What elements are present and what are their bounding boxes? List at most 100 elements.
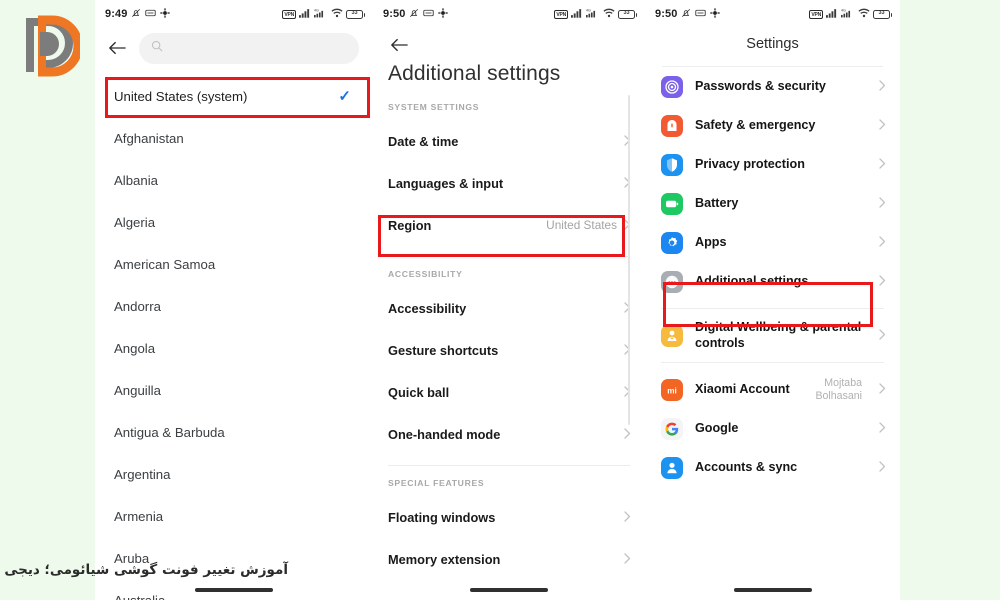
notification-icon [145,9,157,20]
signal-4g-icon: 4G [586,7,600,21]
settings-row[interactable]: Accounts & sync [645,448,900,487]
country-row[interactable]: Anguilla [95,369,373,411]
notification-icon [695,9,707,20]
settings-row[interactable]: Passwords & security [645,67,900,106]
settings-row-value: United States [546,218,617,232]
battery-level: 33 [878,10,885,17]
country-row[interactable]: Angola [95,327,373,369]
chevron-right-icon [879,158,886,171]
chevron-right-icon [879,329,886,342]
chevron-right-icon [879,422,886,435]
battery-icon: 33 [873,9,892,19]
settings-row[interactable]: Region United States [373,204,645,246]
settings-row[interactable]: Memory extension [373,538,645,580]
screenshot-root: آموزش تغییر فونت گوشی شیائومی؛ دیجی پویا… [0,0,1000,600]
chevron-right-icon [879,461,886,474]
settings-row[interactable]: Accessibility [373,287,645,329]
country-row[interactable]: Albania [95,159,373,201]
section-heading: ACCESSIBILITY [388,269,463,279]
signal-icon [826,8,838,21]
phone-panel-settings: 9:50 VPN 4G 33 Settings Passwords & secu… [645,0,900,600]
country-label: Australia [114,592,166,600]
settings-row[interactable]: Safety & emergency [645,106,900,145]
settings-row[interactable]: Floating windows [373,496,645,538]
country-label: Antigua & Barbuda [114,424,225,440]
settings-groups: Passwords & security Safety & emergency Pr… [645,67,900,487]
country-row[interactable]: Antigua & Barbuda [95,411,373,453]
vpn-badge: VPN [809,9,823,19]
country-label: Armenia [114,508,164,524]
settings-row-label: Digital Wellbeing & parental controls [695,320,862,350]
wifi-icon [603,8,615,21]
country-label: United States (system) [114,88,248,104]
country-label: Andorra [114,298,161,314]
gear-icon [438,8,449,21]
chevron-right-icon [879,197,886,210]
country-label: Afghanistan [114,130,184,146]
settings-row[interactable]: One-handed mode [373,413,645,455]
apps-gear-icon [661,231,683,254]
chevron-right-icon [624,510,631,524]
persian-caption: آموزش تغییر فونت گوشی شیائومی؛ دیجی پویا [0,562,288,578]
section-divider [388,465,630,466]
settings-row[interactable]: Additional settings [645,262,900,301]
vpn-badge: VPN [282,9,296,19]
settings-row[interactable]: Privacy protection [645,145,900,184]
search-bar-row [95,28,373,68]
group-divider [661,362,884,363]
settings-row[interactable]: Battery [645,184,900,223]
settings-row-label: Battery [695,195,739,210]
settings-row-label: Quick ball [388,384,450,400]
search-field[interactable] [139,32,359,64]
settings-row[interactable]: Google [645,409,900,448]
country-row[interactable]: Andorra [95,285,373,327]
svg-text:4G: 4G [841,9,846,13]
country-list[interactable]: United States (system) ✓ Afghanistan Albani… [95,68,373,600]
settings-row-label: Google [695,420,739,435]
country-label: Anguilla [114,382,161,398]
settings-row[interactable]: Quick ball [373,371,645,413]
chevron-right-icon [879,236,886,249]
privacy-shield-icon [661,153,683,176]
fingerprint-icon [661,75,683,98]
scrollbar-track[interactable] [628,95,630,425]
emergency-icon [661,114,683,137]
svg-text:4G: 4G [586,9,591,13]
settings-row[interactable]: Date & time [373,120,645,162]
back-arrow-icon[interactable] [107,38,127,58]
settings-row[interactable]: Gesture shortcuts [373,329,645,371]
settings-row[interactable]: Apps [645,223,900,262]
back-arrow-icon[interactable] [389,35,409,55]
signal-4g-icon: 4G [841,7,855,21]
country-row[interactable]: Argentina [95,453,373,495]
settings-row[interactable]: Digital Wellbeing & parental controls [645,316,900,355]
settings-row[interactable]: mi Xiaomi Account Mojtaba Bolhasani [645,370,900,409]
chevron-right-icon [879,383,886,396]
settings-row-label: Gesture shortcuts [388,342,499,358]
country-row[interactable]: American Samoa [95,243,373,285]
settings-row-label: Floating windows [388,509,496,525]
group-divider [661,308,884,309]
country-row[interactable]: Algeria [95,201,373,243]
country-row[interactable]: Afghanistan [95,117,373,159]
chevron-right-icon [624,552,631,566]
battery-icon: 33 [618,9,637,19]
mute-bell-icon [681,8,691,21]
settings-row[interactable]: Languages & input [373,162,645,204]
brand-logo [14,14,83,80]
section-heading: SPECIAL FEATURES [388,478,485,488]
phone-panel-additional-settings: 9:50 VPN 4G 33 Additional settings SYSTE… [373,0,645,600]
status-bar-2: 9:50 VPN 4G 33 [373,0,645,28]
search-input[interactable] [171,42,347,54]
country-row[interactable]: Armenia [95,495,373,537]
google-icon [661,417,683,440]
settings-row-value: Mojtaba Bolhasani [815,377,862,402]
checkmark-icon: ✓ [338,88,351,105]
settings-row-label: Safety & emergency [695,117,816,132]
country-row[interactable]: United States (system) ✓ [95,75,373,117]
mi-icon: mi [661,378,683,401]
signal-icon [571,8,583,21]
country-label: Algeria [114,214,156,230]
gear-icon [710,8,721,21]
settings-row-label: Region [388,217,432,233]
